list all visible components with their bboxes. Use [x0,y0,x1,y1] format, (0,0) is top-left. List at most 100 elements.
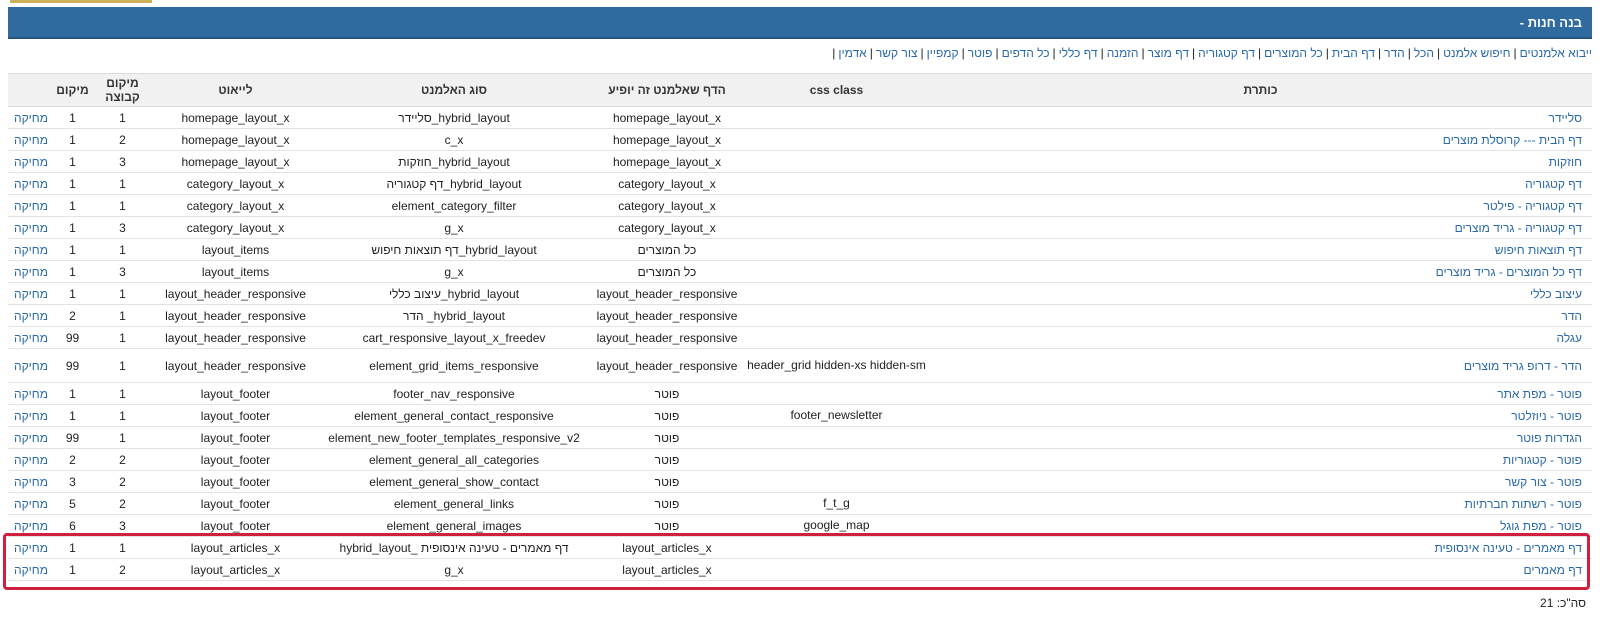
header-css-class[interactable]: css class [744,73,929,107]
delete-link[interactable]: מחיקה [14,243,48,257]
cell-layout: homepage_layout_x [153,150,318,173]
cell-element-type: g_x [318,558,590,581]
title-link[interactable]: פוטר - צור קשר [1505,475,1582,489]
delete-link[interactable]: מחיקה [14,155,48,169]
cell-css-class: f_t_g [744,492,929,515]
header-element-type[interactable]: סוג האלמנט [318,73,590,107]
cell-page: layout_articles_x [590,536,744,559]
nav-link[interactable]: דף מוצר [1148,46,1189,60]
cell-layout: layout_articles_x [153,558,318,581]
title-link[interactable]: דף תוצאות חיפוש [1495,243,1582,257]
cell-layout: layout_footer [153,514,318,537]
delete-link[interactable]: מחיקה [14,359,48,373]
nav-link[interactable]: דף כללי [1059,46,1098,60]
table-row: דף קטגוריה - פילטר category_layout_x eleme… [8,194,1592,217]
title-link[interactable]: הדר [1561,309,1582,323]
cell-css-class: header_grid hidden-xs hidden-sm [744,348,929,383]
elements-table: כותרת css class הדף שאלמנט זה יופיע סוג … [8,73,1592,581]
cell-title: עיצוב כללי [929,282,1592,305]
delete-link[interactable]: מחיקה [14,431,48,445]
header-layout[interactable]: לייאוט [153,73,318,107]
delete-link[interactable]: מחיקה [14,519,48,533]
delete-link[interactable]: מחיקה [14,177,48,191]
cell-title: עגלה [929,326,1592,349]
delete-link[interactable]: מחיקה [14,453,48,467]
nav-link[interactable]: הכל [1414,46,1434,60]
title-link[interactable]: דף מאמרים - טעינה אינסופית [1434,541,1582,555]
nav-separator: | [1052,46,1056,60]
nav-link[interactable]: כל הדפים [1002,46,1050,60]
title-link[interactable]: דף הבית --- קרוסלת מוצרים [1443,133,1582,147]
cell-group-position: 2 [92,448,153,471]
table-row: הדר layout_header_responsive hybrid_layout… [8,304,1592,327]
table-row: פוטר - ניוזלטר footer_newsletter פוטר eleme… [8,404,1592,427]
delete-link[interactable]: מחיקה [14,331,48,345]
title-link[interactable]: פוטר - רשתות חברתיות [1465,497,1583,511]
delete-link[interactable]: מחיקה [14,475,48,489]
nav-link[interactable]: דף קטגוריה [1198,46,1255,60]
delete-link[interactable]: מחיקה [14,409,48,423]
cell-group-position: 1 [92,194,153,217]
title-link[interactable]: פוטר - ניוזלטר [1511,409,1582,423]
cell-group-position: 3 [92,150,153,173]
delete-link[interactable]: מחיקה [14,111,48,125]
cell-delete: מחיקה [8,426,53,449]
cell-title: דף מאמרים [929,558,1592,581]
cell-title: הגדרות פוטר [929,426,1592,449]
cell-css-class: google_map [744,514,929,537]
header-title[interactable]: כותרת [929,73,1592,107]
delete-link[interactable]: מחיקה [14,387,48,401]
title-link[interactable]: עגלה [1556,331,1582,345]
title-link[interactable]: דף קטגוריה - פילטר [1483,199,1582,213]
nav-link[interactable]: ייבוא אלמנטים [1520,46,1592,60]
delete-link[interactable]: מחיקה [14,265,48,279]
delete-link[interactable]: מחיקה [14,563,48,577]
nav-link[interactable]: חיפוש אלמנט [1443,46,1510,60]
cell-element-type: c_x [318,128,590,151]
cell-delete: מחיקה [8,558,53,581]
title-link[interactable]: עיצוב כללי [1530,287,1582,301]
title-link[interactable]: הגדרות פוטר [1517,431,1582,445]
title-link[interactable]: פוטר - מפת גוגל [1500,519,1582,533]
cell-layout: layout_header_responsive [153,304,318,327]
cell-page: כל המוצרים [590,238,744,261]
header-page[interactable]: הדף שאלמנט זה יופיע [590,73,744,107]
nav-link[interactable]: הזמנה [1107,46,1139,60]
title-link[interactable]: חוזקות [1549,155,1582,169]
nav-link[interactable]: צור קשר [876,46,918,60]
cell-css-class [744,382,929,405]
title-link[interactable]: דף קטגוריה - גריד מוצרים [1455,221,1582,235]
nav-link[interactable]: כל המוצרים [1264,46,1323,60]
title-link[interactable]: דף קטגוריה [1525,177,1582,191]
nav-link[interactable]: הדר [1384,46,1405,60]
nav-link[interactable]: פוטר [968,46,993,60]
delete-link[interactable]: מחיקה [14,199,48,213]
cell-element-type: element_general_images [318,514,590,537]
title-link[interactable]: דף מאמרים [1523,563,1582,577]
delete-link[interactable]: מחיקה [14,309,48,323]
cell-title: דף הבית --- קרוסלת מוצרים [929,128,1592,151]
delete-link[interactable]: מחיקה [14,133,48,147]
title-link[interactable]: פוטר - מפת אתר [1497,387,1582,401]
delete-link[interactable]: מחיקה [14,497,48,511]
cell-layout: homepage_layout_x [153,128,318,151]
cell-delete: מחיקה [8,150,53,173]
cell-delete: מחיקה [8,348,53,383]
delete-link[interactable]: מחיקה [14,541,48,555]
title-link[interactable]: דף כל המוצרים - גריד מוצרים [1436,265,1582,279]
title-link[interactable]: הדר - דרופ גריד מוצרים [1464,359,1582,373]
cell-page: פוטר [590,492,744,515]
table-row: חוזקות homepage_layout_x hybrid_layout_חוז… [8,150,1592,173]
delete-link[interactable]: מחיקה [14,287,48,301]
cell-position: 99 [53,326,92,349]
header-position[interactable]: מיקום [53,73,92,107]
delete-link[interactable]: מחיקה [14,221,48,235]
nav-link[interactable]: קמפיין [927,46,959,60]
header-group-position[interactable]: מיקום קבוצה [92,73,153,107]
title-link[interactable]: סליידר [1548,111,1582,125]
cell-position: 1 [53,282,92,305]
nav-link[interactable]: דף הבית [1332,46,1375,60]
nav-link[interactable]: אדמין [838,46,866,60]
title-link[interactable]: פוטר - קטגוריות [1503,453,1582,467]
cell-delete: מחיקה [8,172,53,195]
